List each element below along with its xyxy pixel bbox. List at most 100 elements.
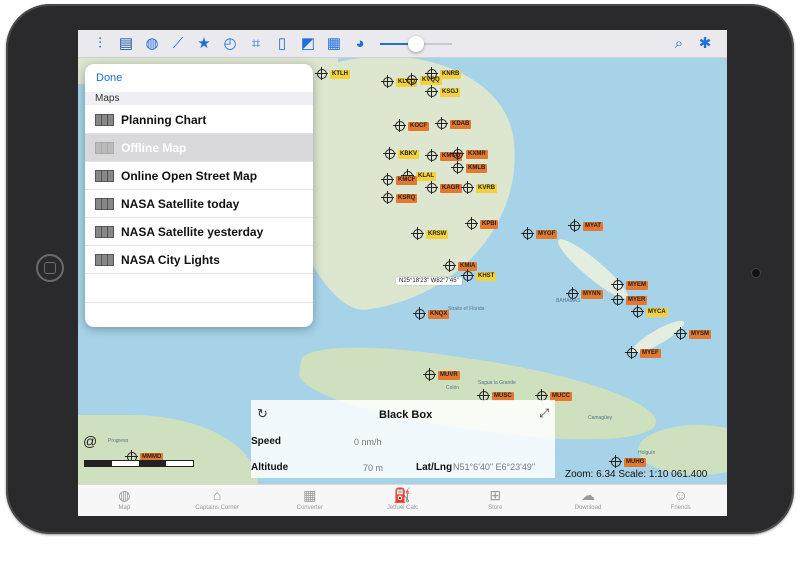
scale-bar-segment — [85, 461, 112, 466]
star-icon[interactable]: ★ — [196, 35, 212, 52]
airport-marker-icon[interactable] — [611, 293, 624, 306]
airport-label[interactable]: KMCF — [396, 176, 418, 185]
crop-icon[interactable]: ⌗ — [248, 35, 264, 52]
airport-label[interactable]: KRSW — [426, 230, 449, 239]
airport-label[interactable]: MYGF — [536, 230, 558, 239]
airport-marker-icon[interactable] — [405, 73, 418, 86]
airport-label[interactable]: MYEF — [640, 349, 661, 358]
airport-marker-icon[interactable] — [451, 161, 464, 174]
airport-marker-icon[interactable] — [381, 191, 394, 204]
sliders-icon[interactable]: ⫶ — [92, 35, 108, 52]
search-icon[interactable]: ⌕ — [671, 36, 687, 52]
tab-converter[interactable]: ▦ Converter — [263, 485, 356, 516]
airport-marker-icon[interactable] — [674, 327, 687, 340]
expand-icon[interactable]: ⤢ — [539, 406, 549, 421]
map-option[interactable]: NASA Satellite today — [85, 190, 313, 218]
airport-marker-icon[interactable] — [425, 85, 438, 98]
airport-marker-icon[interactable] — [381, 75, 394, 88]
airport-label[interactable]: MYSM — [689, 330, 711, 339]
cloud-download-icon: ☁ — [580, 487, 595, 503]
tablet-icon[interactable]: ▯ — [274, 35, 290, 52]
bug-icon[interactable]: ✱ — [697, 36, 713, 52]
airport-marker-icon[interactable] — [461, 269, 474, 282]
airport-marker-icon[interactable] — [631, 305, 644, 318]
tab-captains-corner[interactable]: ⌂ Captains Corner — [171, 485, 264, 516]
airport-label[interactable]: KLAL — [416, 172, 436, 181]
tab-store[interactable]: ⊞ Store — [449, 485, 542, 516]
airport-marker-icon[interactable] — [568, 219, 581, 232]
tab-label: Captains Corner — [195, 505, 239, 511]
tab-map[interactable]: ◍ Map — [78, 485, 171, 516]
slider-knob[interactable] — [408, 35, 424, 52]
airport-marker-icon[interactable] — [425, 181, 438, 194]
airport-label[interactable]: KAGR — [440, 184, 462, 193]
map-option[interactable]: Online Open Street Map — [85, 162, 313, 190]
palette-icon[interactable]: ◕ — [352, 35, 368, 52]
airport-marker-icon[interactable] — [443, 259, 456, 272]
airport-label[interactable]: MYEM — [626, 281, 648, 290]
map-icon — [95, 225, 114, 238]
route-icon[interactable]: ⟋ — [170, 35, 186, 52]
attribution-icon[interactable]: @ — [83, 433, 97, 449]
airport-label[interactable]: KSGJ — [440, 88, 461, 97]
airport-label[interactable]: KMLB — [466, 164, 488, 173]
airport-label[interactable]: KOCF — [408, 122, 429, 131]
airport-marker-icon[interactable] — [465, 217, 478, 230]
airport-label[interactable]: MYCA — [646, 308, 668, 317]
airport-marker-icon[interactable] — [425, 67, 438, 80]
airport-marker-icon[interactable] — [393, 119, 406, 132]
tab-download[interactable]: ☁ Download — [542, 485, 635, 516]
airport-label[interactable]: MUVR — [438, 371, 460, 380]
airport-label[interactable]: KDAB — [450, 120, 472, 129]
airport-marker-icon[interactable] — [315, 67, 328, 80]
map-icon[interactable]: ▤ — [118, 35, 134, 52]
airport-label[interactable]: KPBI — [480, 220, 499, 229]
globe-icon[interactable]: ◍ — [144, 35, 160, 52]
map-option-label: Offline Map — [121, 140, 187, 155]
airport-label[interactable]: KTLH — [330, 70, 350, 79]
airport-marker-icon[interactable] — [611, 278, 624, 291]
tab-label: Jetfuel Calc — [386, 505, 419, 511]
map-option[interactable]: Planning Chart — [85, 106, 313, 134]
airport-label[interactable]: MYER — [626, 296, 648, 305]
airport-label[interactable]: KSRQ — [396, 194, 418, 203]
airport-label[interactable]: MYNN — [581, 290, 603, 299]
airport-marker-icon[interactable] — [383, 147, 396, 160]
airport-marker-icon[interactable] — [381, 173, 394, 186]
map-place-label: Camagüey — [588, 415, 613, 421]
position-label: N25°18'23" W82°7'45" — [396, 277, 462, 285]
home-button[interactable] — [36, 254, 64, 282]
map-option[interactable]: NASA City Lights — [85, 246, 313, 274]
airport-marker-icon[interactable] — [425, 149, 438, 162]
map-option[interactable]: Offline Map — [85, 134, 313, 162]
timer-icon[interactable]: ◴ — [222, 35, 238, 52]
airport-marker-icon[interactable] — [411, 227, 424, 240]
zoom-slider[interactable] — [380, 35, 452, 52]
airport-marker-icon[interactable] — [609, 455, 622, 468]
airport-marker-icon[interactable] — [435, 117, 448, 130]
airport-label[interactable]: KHST — [476, 272, 497, 281]
bus-icon[interactable]: ▦ — [326, 35, 342, 52]
refresh-icon[interactable]: ↻ — [257, 406, 268, 422]
done-button[interactable]: Done — [96, 72, 122, 84]
airport-marker-icon[interactable] — [423, 368, 436, 381]
airport-marker-icon[interactable] — [461, 181, 474, 194]
app-screen: KTLH KLCQ KVQQ KNRB KSGJ KOCF KDAB KBKV KMCO KXMR… — [78, 30, 727, 516]
airport-label[interactable]: MUHG — [624, 458, 647, 467]
airport-label[interactable]: MYAT — [583, 222, 604, 231]
map-place-label: Progreso — [108, 438, 129, 444]
tab-label: Friends — [670, 505, 691, 511]
tab-jetfuel-calc[interactable]: ⛽ Jetfuel Calc — [356, 485, 449, 516]
airport-label[interactable]: KNQX — [428, 310, 450, 319]
tab-friends[interactable]: ☺ Friends — [634, 485, 727, 516]
map-option[interactable]: NASA Satellite yesterday — [85, 218, 313, 246]
airport-marker-icon[interactable] — [625, 346, 638, 359]
airport-marker-icon[interactable] — [451, 147, 464, 160]
airport-marker-icon[interactable] — [413, 307, 426, 320]
airport-marker-icon[interactable] — [521, 227, 534, 240]
airport-label[interactable]: KNRB — [440, 70, 462, 79]
airport-label[interactable]: KBKV — [398, 150, 420, 159]
airport-label[interactable]: KXMR — [466, 150, 488, 159]
airport-label[interactable]: KVRB — [476, 184, 498, 193]
compass-icon[interactable]: ◩ — [300, 35, 316, 52]
